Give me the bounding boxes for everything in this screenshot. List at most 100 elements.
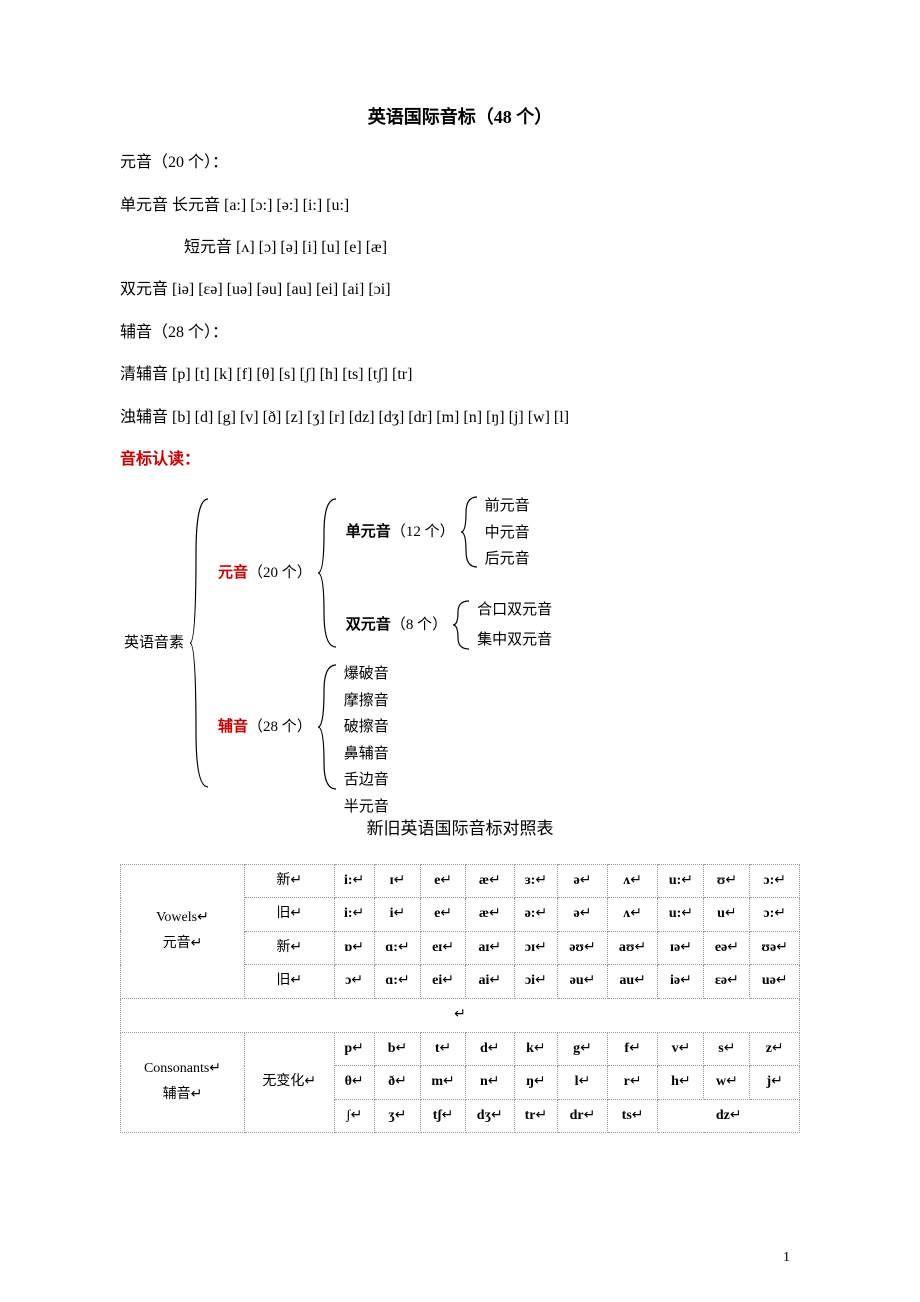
- short-vowels: 短元音 [ʌ] [ɔ] [ə] [i] [u] [e] [æ]: [120, 233, 800, 263]
- ipa-cell: i:↵: [334, 864, 374, 898]
- ipa-cell: ɔ:↵: [750, 864, 800, 898]
- vowel-header: 元音（20 个）：: [120, 148, 800, 178]
- no-change-label: 无变化↵: [244, 1032, 334, 1133]
- central-vowel: 中元音: [481, 520, 534, 547]
- ipa-cell: ð↵: [374, 1066, 420, 1100]
- ipa-cell: au↵: [607, 965, 658, 999]
- ipa-cell: w↵: [704, 1066, 750, 1100]
- bracket-icon: [316, 661, 340, 793]
- ipa-cell: ei↵: [421, 965, 466, 999]
- ipa-cell: ɪ↵: [374, 864, 420, 898]
- ipa-cell: eə↵: [704, 931, 750, 965]
- ipa-cell: ɒ↵: [334, 931, 374, 965]
- cons-row-label: Consonants↵辅音↵: [121, 1032, 245, 1133]
- root-label: 英语音素: [120, 630, 188, 657]
- ipa-cell: θ↵: [334, 1066, 374, 1100]
- ipa-cell: iə↵: [658, 965, 704, 999]
- ipa-cell: dʒ↵: [465, 1099, 514, 1133]
- voiced-consonants: 浊辅音 [b] [d] [g] [v] [ð] [z] [ʒ] [r] [dz]…: [120, 403, 800, 433]
- plosive: 爆破音: [340, 661, 393, 688]
- bracket-icon: [459, 493, 481, 571]
- bracket-icon: [316, 493, 342, 653]
- ipa-cell: ɑ:↵: [374, 965, 420, 999]
- diphthongs: 双元音 [iə] [ɛə] [uə] [əu] [au] [ei] [ai] […: [120, 275, 800, 305]
- ipa-cell: ɔ:↵: [750, 898, 800, 932]
- closing-diph: 合口双元音: [473, 597, 556, 624]
- ipa-cell: v↵: [658, 1032, 704, 1066]
- vowels-row-label: Vowels↵元音↵: [121, 864, 245, 998]
- diph-label: 双元音（8 个）: [342, 612, 451, 639]
- ipa-cell: e↵: [421, 864, 466, 898]
- ipa-cell: z↵: [750, 1032, 800, 1066]
- centering-diph: 集中双元音: [473, 627, 556, 654]
- ipa-cell: g↵: [558, 1032, 608, 1066]
- ipa-cell: e↵: [421, 898, 466, 932]
- ipa-cell: ʊə↵: [750, 931, 800, 965]
- ipa-cell: aʊ↵: [607, 931, 658, 965]
- fricative: 摩擦音: [340, 688, 393, 715]
- reading-section-label: 音标认读：: [120, 445, 800, 475]
- ipa-cell: b↵: [374, 1032, 420, 1066]
- ipa-cell: i:↵: [334, 898, 374, 932]
- ipa-cell: ts↵: [607, 1099, 658, 1133]
- long-vowels: 单元音 长元音 [a:] [ɔ:] [ə:] [i:] [u:]: [120, 191, 800, 221]
- phoneme-hierarchy: 英语音素 元音（20 个） 单元音（12 个） 前元音: [120, 493, 800, 793]
- ipa-cell: p↵: [334, 1032, 374, 1066]
- comparison-table: Vowels↵元音↵ 新↵ i:↵ ɪ↵ e↵ æ↵ ɜ:↵ ə↵ ʌ↵ u:↵…: [120, 864, 800, 1134]
- ipa-cell: u:↵: [658, 898, 704, 932]
- back-vowel: 后元音: [481, 546, 534, 573]
- vowel-label: 元音（20 个）: [214, 560, 316, 587]
- bracket-icon: [188, 493, 214, 793]
- lateral: 舌边音: [340, 767, 393, 794]
- ipa-cell: tr↵: [514, 1099, 558, 1133]
- ipa-cell: u:↵: [658, 864, 704, 898]
- mono-label: 单元音（12 个）: [342, 519, 459, 546]
- ipa-cell: h↵: [658, 1066, 704, 1100]
- ipa-cell: tʃ↵: [421, 1099, 466, 1133]
- ipa-cell: ɔɪ↵: [514, 931, 558, 965]
- ipa-cell: ʌ↵: [607, 898, 658, 932]
- ipa-cell: ə↵: [558, 864, 608, 898]
- nasal: 鼻辅音: [340, 741, 393, 768]
- ipa-cell: j↵: [750, 1066, 800, 1100]
- affricate: 破擦音: [340, 714, 393, 741]
- ipa-cell: ʒ↵: [374, 1099, 420, 1133]
- ipa-cell: r↵: [607, 1066, 658, 1100]
- ipa-cell: u↵: [704, 898, 750, 932]
- ipa-cell: æ↵: [465, 898, 514, 932]
- ipa-cell: ɔ↵: [334, 965, 374, 999]
- ipa-cell: s↵: [704, 1032, 750, 1066]
- ipa-cell: ɜ:↵: [514, 864, 558, 898]
- ipa-cell: æ↵: [465, 864, 514, 898]
- ipa-cell: l↵: [558, 1066, 608, 1100]
- ipa-cell: ŋ↵: [514, 1066, 558, 1100]
- ipa-cell: ʃ↵: [334, 1099, 374, 1133]
- ipa-cell: əʊ↵: [558, 931, 608, 965]
- front-vowel: 前元音: [481, 493, 534, 520]
- ipa-cell: t↵: [421, 1032, 466, 1066]
- table-spacer: ↵: [121, 998, 800, 1032]
- ipa-cell: f↵: [607, 1032, 658, 1066]
- ipa-cell: d↵: [465, 1032, 514, 1066]
- page-number: 1: [783, 1245, 790, 1272]
- ipa-cell: uə↵: [750, 965, 800, 999]
- page-title: 英语国际音标（48 个）: [120, 100, 800, 134]
- table-row: Consonants↵辅音↵ 无变化↵ p↵ b↵ t↵ d↵ k↵ g↵ f↵…: [121, 1032, 800, 1066]
- old-label: 旧↵: [244, 898, 334, 932]
- old-label: 旧↵: [244, 965, 334, 999]
- ipa-cell: ai↵: [465, 965, 514, 999]
- ipa-cell: aɪ↵: [465, 931, 514, 965]
- ipa-cell: eɪ↵: [421, 931, 466, 965]
- ipa-cell: ɑ:↵: [374, 931, 420, 965]
- ipa-cell: k↵: [514, 1032, 558, 1066]
- new-label: 新↵: [244, 864, 334, 898]
- consonant-label: 辅音（28 个）: [214, 714, 316, 741]
- ipa-cell: ɛə↵: [704, 965, 750, 999]
- ipa-cell: i↵: [374, 898, 420, 932]
- table-title: 新旧英语国际音标对照表: [120, 813, 800, 845]
- ipa-cell: ʊ↵: [704, 864, 750, 898]
- ipa-cell: n↵: [465, 1066, 514, 1100]
- ipa-cell: dr↵: [558, 1099, 608, 1133]
- table-row: Vowels↵元音↵ 新↵ i:↵ ɪ↵ e↵ æ↵ ɜ:↵ ə↵ ʌ↵ u:↵…: [121, 864, 800, 898]
- ipa-cell: dz↵: [658, 1099, 800, 1133]
